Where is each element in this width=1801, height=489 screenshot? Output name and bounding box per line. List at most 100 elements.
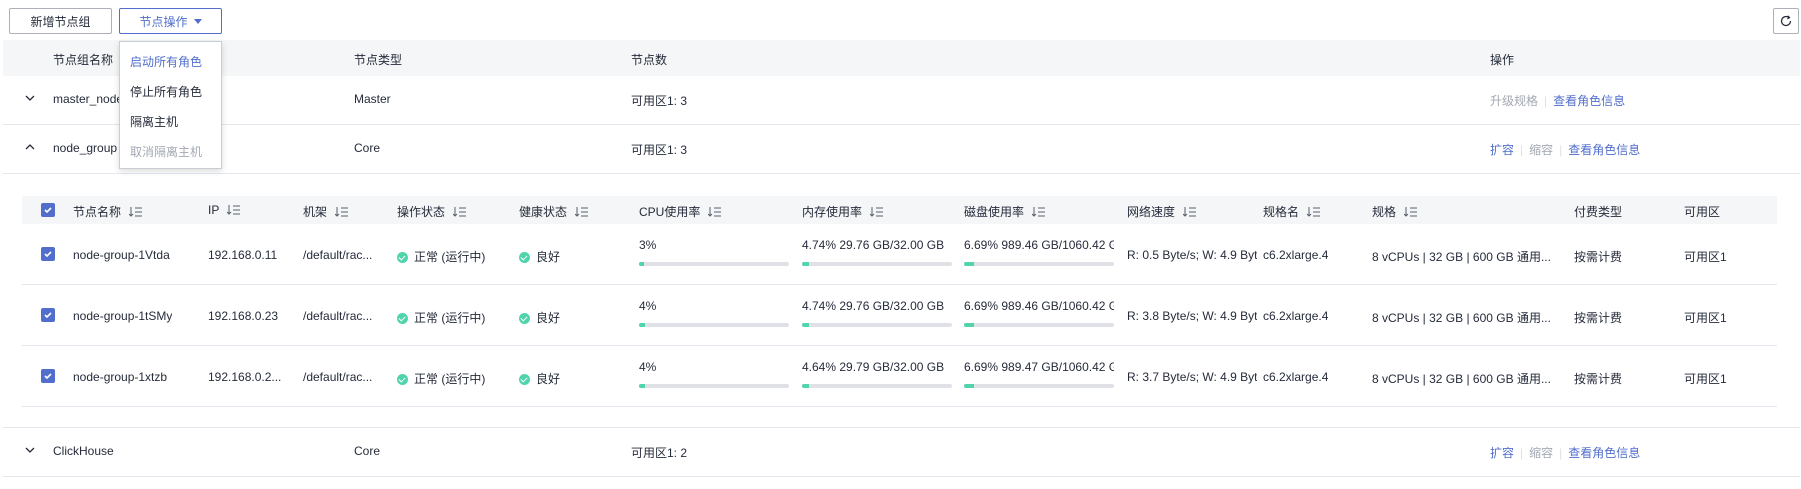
header-actions: 操作 bbox=[1490, 53, 1515, 67]
sort-icon bbox=[1032, 206, 1046, 217]
col-disk[interactable]: 磁盘使用率 bbox=[964, 203, 1046, 220]
menu-item-stop-all-roles[interactable]: 停止所有角色 bbox=[130, 83, 202, 100]
col-rack[interactable]: 机架 bbox=[303, 203, 349, 220]
group-type: Core bbox=[354, 141, 381, 155]
spec-name: c6.2xlarge.4 bbox=[1263, 370, 1329, 384]
col-mem[interactable]: 内存使用率 bbox=[802, 203, 884, 220]
spec: 8 vCPUs | 32 GB | 600 GB 通用... bbox=[1372, 311, 1551, 325]
group-row-clickhouse: ClickHouse Core 可用区1: 2 扩容 | 缩容 | 查看角色信息 bbox=[3, 428, 1800, 477]
node-name-link[interactable]: node-group-1tSMy bbox=[73, 309, 172, 323]
node-name-link[interactable]: node-group-1xtzb bbox=[73, 370, 167, 384]
availability-zone: 可用区1 bbox=[1684, 250, 1727, 264]
upgrade-spec-link: 升级规格 bbox=[1490, 94, 1539, 108]
op-status: 正常 (运行中) bbox=[397, 248, 485, 265]
view-roles-link[interactable]: 查看角色信息 bbox=[1568, 446, 1640, 460]
view-roles-link[interactable]: 查看角色信息 bbox=[1553, 94, 1625, 108]
disk-usage-fill bbox=[964, 323, 975, 327]
col-label: 规格名 bbox=[1263, 205, 1300, 219]
col-label: 节点名称 bbox=[73, 205, 122, 219]
table-row: node-group-1xtzb 192.168.0.2... /default… bbox=[22, 346, 1777, 407]
select-all-checkbox[interactable] bbox=[41, 203, 55, 217]
divider bbox=[3, 173, 1800, 174]
col-health[interactable]: 健康状态 bbox=[519, 203, 589, 220]
billing-type: 按需计费 bbox=[1574, 311, 1623, 325]
check-icon bbox=[44, 373, 52, 380]
scale-out-link[interactable]: 扩容 bbox=[1490, 143, 1514, 157]
cpu-usage-fill bbox=[639, 384, 645, 388]
mem-usage-bar bbox=[802, 384, 952, 388]
table-row: node-group-1Vtda 192.168.0.11 /default/r… bbox=[22, 224, 1777, 285]
sort-icon bbox=[335, 206, 349, 217]
group-count: 可用区1: 3 bbox=[631, 94, 688, 108]
group-actions: 升级规格 | 查看角色信息 bbox=[1490, 94, 1626, 108]
group-actions: 扩容 | 缩容 | 查看角色信息 bbox=[1490, 446, 1641, 460]
col-label: 磁盘使用率 bbox=[964, 205, 1025, 219]
scale-in-link: 缩容 bbox=[1529, 446, 1554, 460]
menu-item-start-all-roles[interactable]: 启动所有角色 bbox=[130, 53, 202, 70]
chevron-up-icon[interactable] bbox=[25, 142, 35, 152]
refresh-button[interactable] bbox=[1773, 8, 1799, 34]
scale-out-link[interactable]: 扩容 bbox=[1490, 446, 1514, 460]
add-node-group-button[interactable]: 新增节点组 bbox=[9, 8, 112, 34]
mem-usage-fill bbox=[802, 323, 810, 327]
col-cpu[interactable]: CPU使用率 bbox=[639, 203, 722, 220]
row-checkbox[interactable] bbox=[41, 369, 55, 383]
sort-icon bbox=[129, 206, 143, 217]
node-operations-label: 节点操作 bbox=[139, 14, 188, 29]
op-status: 正常 (运行中) bbox=[397, 309, 485, 326]
spec-name: c6.2xlarge.4 bbox=[1263, 248, 1329, 262]
node-operations-button[interactable]: 节点操作 bbox=[119, 8, 222, 34]
health-status: 良好 bbox=[519, 370, 560, 387]
health-text: 良好 bbox=[536, 311, 561, 325]
disk-usage-bar bbox=[964, 323, 1114, 327]
col-ip[interactable]: IP bbox=[208, 203, 241, 217]
mem-usage-text: 4.74% 29.76 GB/32.00 GB bbox=[802, 238, 945, 252]
col-label: 内存使用率 bbox=[802, 205, 863, 219]
health-status: 良好 bbox=[519, 309, 560, 326]
billing-type: 按需计费 bbox=[1574, 250, 1623, 264]
row-checkbox[interactable] bbox=[41, 308, 55, 322]
node-rack: /default/rac... bbox=[303, 248, 373, 262]
col-network[interactable]: 网络速度 bbox=[1127, 203, 1197, 220]
menu-item-isolate-host[interactable]: 隔离主机 bbox=[130, 113, 178, 130]
sort-icon bbox=[1307, 206, 1321, 217]
row-checkbox[interactable] bbox=[41, 247, 55, 261]
disk-usage-text: 6.69% 989.46 GB/1060.42 GB bbox=[964, 299, 1114, 313]
col-spec[interactable]: 规格 bbox=[1372, 203, 1418, 220]
status-ok-icon bbox=[397, 313, 408, 324]
op-status-text: 正常 (运行中) bbox=[414, 250, 486, 264]
chevron-down-icon[interactable] bbox=[25, 445, 35, 455]
group-type: Core bbox=[354, 444, 381, 458]
disk-usage-fill bbox=[964, 262, 975, 266]
node-rack: /default/rac... bbox=[303, 370, 373, 384]
group-actions: 扩容 | 缩容 | 查看角色信息 bbox=[1490, 143, 1641, 157]
cpu-usage-text: 4% bbox=[639, 299, 657, 313]
network-speed: R: 3.8 Byte/s; W: 4.9 Byte/s bbox=[1127, 309, 1257, 323]
sort-icon bbox=[453, 206, 467, 217]
cpu-usage-text: 3% bbox=[639, 238, 657, 252]
status-ok-icon bbox=[519, 374, 530, 385]
node-ip: 192.168.0.2... bbox=[208, 370, 282, 384]
scale-in-link: 缩容 bbox=[1529, 143, 1554, 157]
header-node-type: 节点类型 bbox=[354, 53, 403, 67]
sort-icon bbox=[1183, 206, 1197, 217]
chevron-down-icon[interactable] bbox=[25, 93, 35, 103]
caret-down-icon bbox=[193, 18, 202, 24]
col-label: CPU使用率 bbox=[639, 205, 701, 219]
group-name: node_group bbox=[53, 141, 118, 155]
sort-icon bbox=[870, 206, 884, 217]
view-roles-link[interactable]: 查看角色信息 bbox=[1568, 143, 1640, 157]
check-icon bbox=[44, 251, 52, 258]
col-spec-name[interactable]: 规格名 bbox=[1263, 203, 1321, 220]
cpu-usage-bar bbox=[639, 323, 789, 327]
col-op-status[interactable]: 操作状态 bbox=[397, 203, 467, 220]
mem-usage-bar bbox=[802, 323, 952, 327]
header-node-count: 节点数 bbox=[631, 53, 668, 67]
node-ip: 192.168.0.23 bbox=[208, 309, 279, 323]
disk-usage-bar bbox=[964, 384, 1114, 388]
disk-usage-fill bbox=[964, 384, 975, 388]
col-node-name[interactable]: 节点名称 bbox=[73, 203, 143, 220]
col-label: 操作状态 bbox=[397, 205, 446, 219]
col-az: 可用区 bbox=[1684, 205, 1721, 219]
node-name-link[interactable]: node-group-1Vtda bbox=[73, 248, 170, 262]
